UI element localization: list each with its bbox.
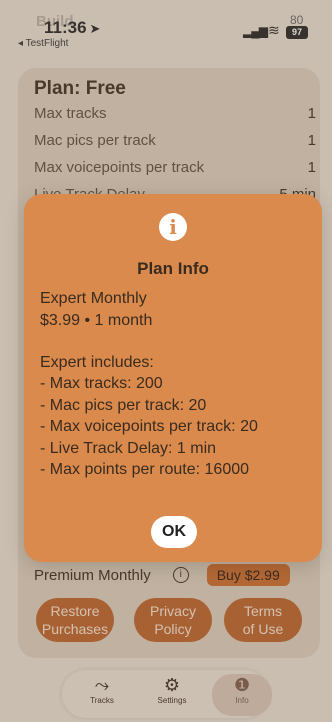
info-icon: i [159,213,187,241]
plan-name: Expert Monthly [40,290,147,307]
ok-button[interactable]: OK [151,516,197,548]
includes-heading: Expert includes: [40,354,154,371]
feature-item: - Max voicepoints per track: 20 [40,418,258,435]
feature-item: - Max points per route: 16000 [40,461,250,478]
feature-item: - Live Track Delay: 1 min [40,440,217,457]
plan-price: $3.99 • 1 month [40,312,153,329]
dialog-title: Plan Info [137,259,209,278]
feature-item: - Max tracks: 200 [40,375,163,392]
feature-item: - Mac pics per track: 20 [40,397,207,414]
